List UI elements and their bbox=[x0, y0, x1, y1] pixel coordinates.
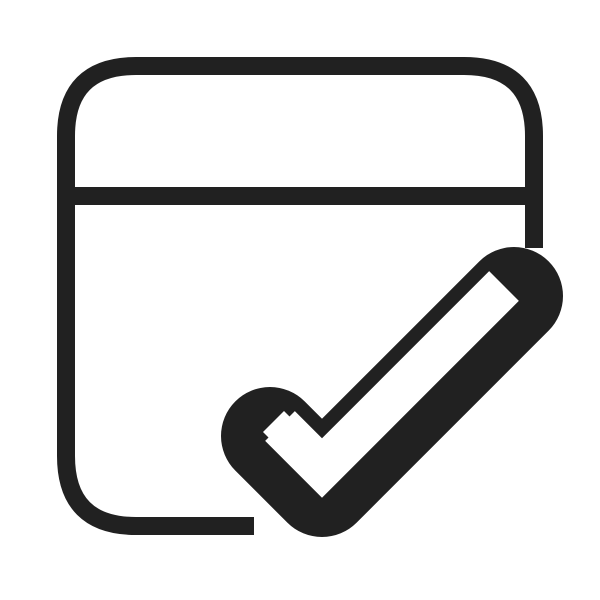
calendar-checkmark-icon bbox=[57, 57, 563, 537]
icon-canvas bbox=[0, 0, 600, 600]
